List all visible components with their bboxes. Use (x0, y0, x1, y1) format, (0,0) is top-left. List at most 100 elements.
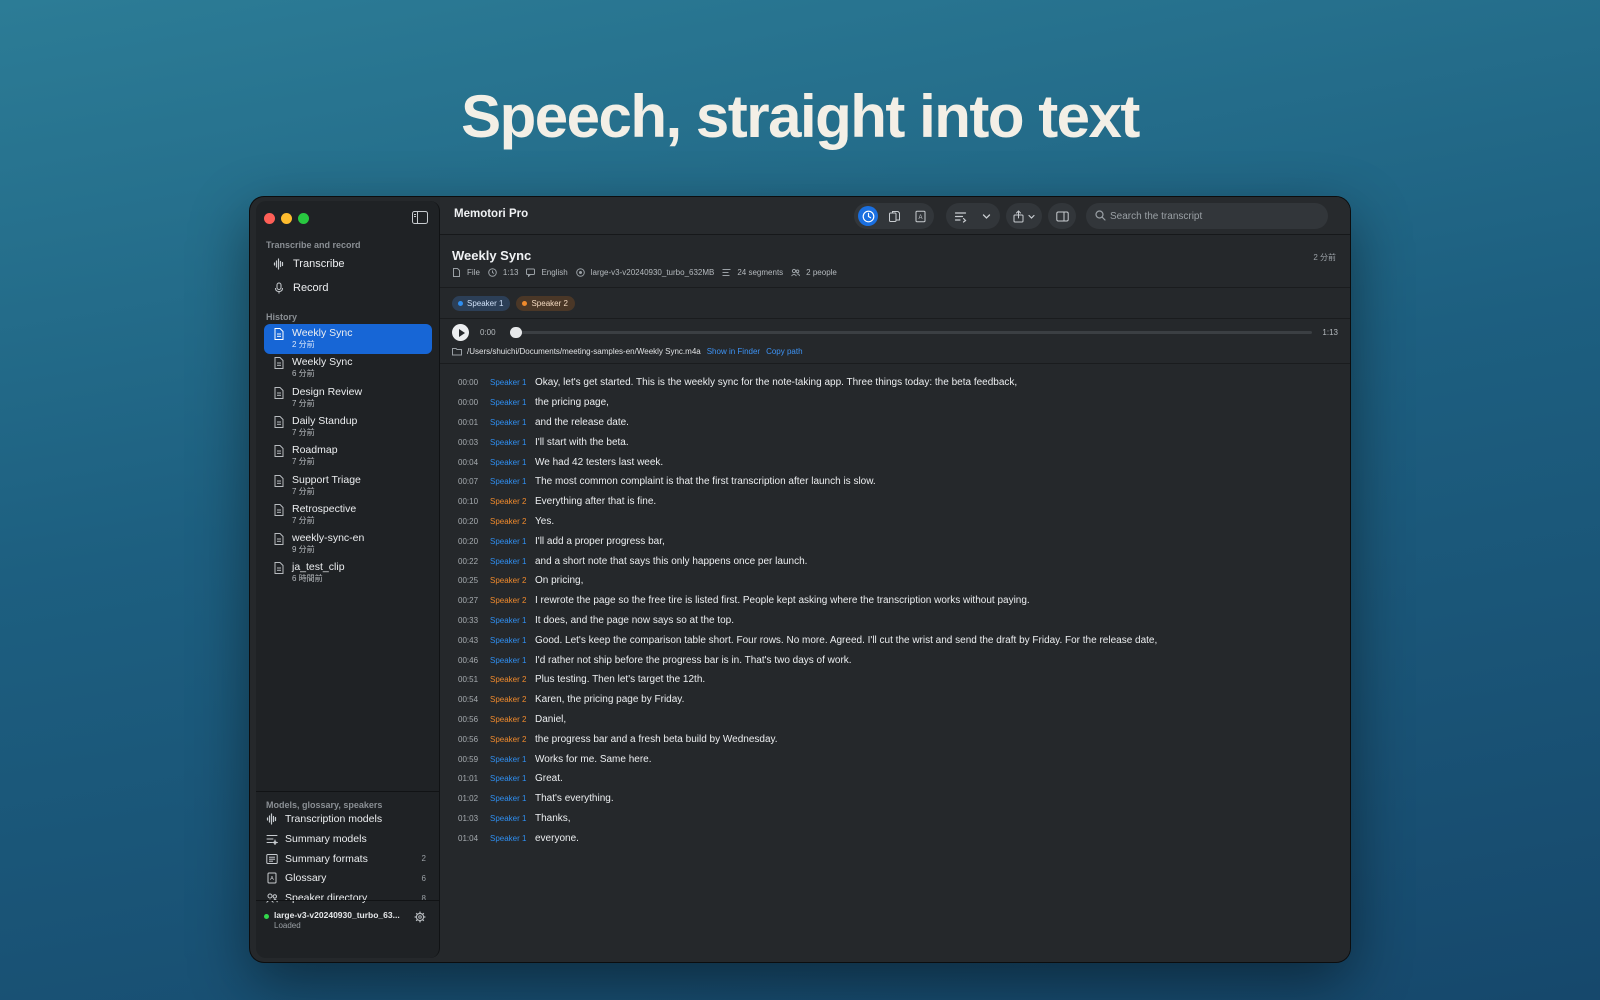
transcript-segment[interactable]: 00:56 Speaker 2 Daniel, (452, 710, 1338, 730)
timeline-view-button[interactable] (858, 206, 878, 226)
segment-speaker[interactable]: Speaker 1 (490, 834, 535, 843)
transcript-segment[interactable]: 00:51 Speaker 2 Plus testing. Then let's t… (452, 670, 1338, 690)
segment-speaker[interactable]: Speaker 1 (490, 755, 535, 764)
segment-timestamp[interactable]: 00:59 (452, 755, 490, 764)
transcript-segment[interactable]: 01:03 Speaker 1 Thanks, (452, 809, 1338, 829)
close-window-button[interactable] (264, 213, 275, 224)
segment-speaker[interactable]: Speaker 1 (490, 398, 535, 407)
segment-timestamp[interactable]: 00:20 (452, 537, 490, 546)
segment-speaker[interactable]: Speaker 1 (490, 557, 535, 566)
transcript-segment[interactable]: 01:02 Speaker 1 That's everything. (452, 789, 1338, 809)
segment-speaker[interactable]: Speaker 2 (490, 517, 535, 526)
transcript-segment[interactable]: 00:01 Speaker 1 and the release date. (452, 413, 1338, 433)
segment-speaker[interactable]: Speaker 2 (490, 596, 535, 605)
minimize-window-button[interactable] (281, 213, 292, 224)
segment-timestamp[interactable]: 00:51 (452, 675, 490, 684)
playback-knob[interactable] (510, 327, 522, 338)
search-input[interactable] (1110, 207, 1320, 225)
transcript-segment[interactable]: 00:33 Speaker 1 It does, and the page now … (452, 611, 1338, 631)
transcript-segment[interactable]: 00:10 Speaker 2 Everything after that is f… (452, 492, 1338, 512)
transcript-segment[interactable]: 00:20 Speaker 2 Yes. (452, 512, 1338, 532)
transcript-segment[interactable]: 00:22 Speaker 1 and a short note that says… (452, 551, 1338, 571)
copy-path-link[interactable]: Copy path (766, 347, 802, 356)
segment-timestamp[interactable]: 00:20 (452, 517, 490, 526)
segment-timestamp[interactable]: 00:25 (452, 576, 490, 585)
export-group[interactable] (1006, 203, 1042, 229)
segment-timestamp[interactable]: 00:03 (452, 438, 490, 447)
segment-timestamp[interactable]: 00:07 (452, 477, 490, 486)
history-item[interactable]: weekly-sync-en 9 分前 (264, 529, 432, 559)
segment-speaker[interactable]: Speaker 1 (490, 814, 535, 823)
history-item[interactable]: Design Review 7 分前 (264, 383, 432, 413)
show-in-finder-link[interactable]: Show in Finder (707, 347, 760, 356)
segment-speaker[interactable]: Speaker 2 (490, 497, 535, 506)
segment-timestamp[interactable]: 00:00 (452, 378, 490, 387)
history-item[interactable]: Support Triage 7 分前 (264, 471, 432, 501)
segment-speaker[interactable]: Speaker 1 (490, 537, 535, 546)
nav-record[interactable]: Record (264, 276, 432, 300)
copy-transcript-button[interactable] (884, 206, 904, 226)
sidebar-toggle-icon[interactable] (412, 211, 428, 224)
segment-timestamp[interactable]: 00:01 (452, 418, 490, 427)
segment-timestamp[interactable]: 00:00 (452, 398, 490, 407)
transcript-segment[interactable]: 00:20 Speaker 1 I'll add a proper progress… (452, 531, 1338, 551)
search-box[interactable] (1086, 203, 1328, 229)
segment-timestamp[interactable]: 00:27 (452, 596, 490, 605)
nav-transcribe[interactable]: Transcribe (264, 252, 432, 276)
gear-icon[interactable] (414, 911, 426, 923)
segment-timestamp[interactable]: 00:56 (452, 735, 490, 744)
segment-speaker[interactable]: Speaker 1 (490, 616, 535, 625)
summary-view-button[interactable]: A (910, 206, 930, 226)
transcript-segment[interactable]: 00:59 Speaker 1 Works for me. Same here. (452, 749, 1338, 769)
bottom-nav-item[interactable]: Speaker directory 8 (266, 889, 426, 907)
segment-timestamp[interactable]: 00:33 (452, 616, 490, 625)
segment-speaker[interactable]: Speaker 1 (490, 794, 535, 803)
speaker-chip-1[interactable]: Speaker 1 (452, 296, 511, 311)
segment-speaker[interactable]: Speaker 2 (490, 715, 535, 724)
segment-speaker[interactable]: Speaker 2 (490, 735, 535, 744)
transcript-segment[interactable]: 00:56 Speaker 2 the progress bar and a fre… (452, 729, 1338, 749)
segment-speaker[interactable]: Speaker 2 (490, 576, 535, 585)
history-item[interactable]: Weekly Sync 6 分前 (264, 353, 432, 383)
segment-speaker[interactable]: Speaker 1 (490, 477, 535, 486)
bottom-nav-item[interactable]: Summary formats 2 (266, 850, 426, 868)
segment-timestamp[interactable]: 00:43 (452, 636, 490, 645)
bottom-nav-item[interactable]: A Glossary 6 (266, 869, 426, 887)
segment-timestamp[interactable]: 01:04 (452, 834, 490, 843)
transcript-segment[interactable]: 00:43 Speaker 1 Good. Let's keep the compa… (452, 630, 1338, 650)
segment-timestamp[interactable]: 00:56 (452, 715, 490, 724)
history-item[interactable]: ja_test_clip 6 時間前 (264, 558, 432, 588)
segment-speaker[interactable]: Speaker 1 (490, 458, 535, 467)
history-item[interactable]: Retrospective 7 分前 (264, 500, 432, 530)
segment-timestamp[interactable]: 01:01 (452, 774, 490, 783)
inspector-toggle[interactable] (1048, 203, 1076, 229)
history-item[interactable]: Roadmap 7 分前 (264, 441, 432, 471)
bottom-nav-item[interactable]: Summary models (266, 830, 426, 848)
transcript-segment[interactable]: 01:01 Speaker 1 Great. (452, 769, 1338, 789)
segment-timestamp[interactable]: 00:46 (452, 656, 490, 665)
segment-speaker[interactable]: Speaker 1 (490, 418, 535, 427)
transcript-segment[interactable]: 00:46 Speaker 1 I'd rather not ship before… (452, 650, 1338, 670)
transcript-segment[interactable]: 01:04 Speaker 1 everyone. (452, 828, 1338, 848)
segment-timestamp[interactable]: 01:03 (452, 814, 490, 823)
history-item[interactable]: Weekly Sync 2 分前 (264, 324, 432, 354)
segment-timestamp[interactable]: 01:02 (452, 794, 490, 803)
zoom-window-button[interactable] (298, 213, 309, 224)
segment-speaker[interactable]: Speaker 1 (490, 378, 535, 387)
transcript-segment[interactable]: 00:25 Speaker 2 On pricing, (452, 571, 1338, 591)
transcript-segment[interactable]: 00:00 Speaker 1 Okay, let's get started. T… (452, 373, 1338, 393)
segment-timestamp[interactable]: 00:10 (452, 497, 490, 506)
speaker-chip-2[interactable]: Speaker 2 (516, 296, 575, 311)
segment-speaker[interactable]: Speaker 1 (490, 656, 535, 665)
segment-speaker[interactable]: Speaker 1 (490, 774, 535, 783)
segment-speaker[interactable]: Speaker 1 (490, 636, 535, 645)
transcript-segment[interactable]: 00:03 Speaker 1 I'll start with the beta. (452, 432, 1338, 452)
format-button[interactable] (950, 206, 970, 226)
transcript-segment[interactable]: 00:54 Speaker 2 Karen, the pricing page by… (452, 690, 1338, 710)
transcript-segment[interactable]: 00:00 Speaker 1 the pricing page, (452, 393, 1338, 413)
segment-timestamp[interactable]: 00:22 (452, 557, 490, 566)
transcript-segment[interactable]: 00:04 Speaker 1 We had 42 testers last wee… (452, 452, 1338, 472)
play-button[interactable] (452, 324, 469, 341)
segment-timestamp[interactable]: 00:54 (452, 695, 490, 704)
bottom-nav-item[interactable]: Transcription models (266, 810, 426, 828)
